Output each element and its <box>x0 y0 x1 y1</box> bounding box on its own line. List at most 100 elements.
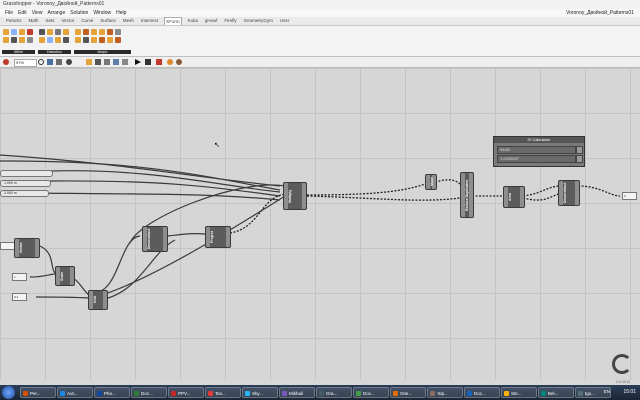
taskbar-item[interactable]: Tex... <box>205 387 241 398</box>
taskbar-item[interactable]: Doc... <box>353 387 389 398</box>
calculator-button[interactable] <box>576 155 583 163</box>
taskbar-item[interactable]: Эф... <box>427 387 463 398</box>
affine-tool-icon[interactable] <box>3 29 9 35</box>
tab-vector[interactable]: Vector <box>61 17 76 25</box>
morph-tool-icon[interactable] <box>115 37 121 43</box>
morph-tool-icon[interactable] <box>75 29 81 35</box>
panel-node[interactable]: 4 <box>622 192 637 200</box>
menu-edit[interactable]: Edit <box>18 9 27 17</box>
number-slider[interactable] <box>0 170 53 177</box>
start-button-icon[interactable] <box>2 386 15 399</box>
zoom-field[interactable]: 97% <box>14 59 37 67</box>
save-icon[interactable] <box>95 59 101 65</box>
menu-file[interactable]: File <box>5 9 13 17</box>
morph-tool-icon[interactable] <box>115 29 121 35</box>
affine-tool-icon[interactable] <box>27 37 33 43</box>
tab-intersect[interactable]: Intersect <box>140 17 159 25</box>
morph-tool-icon[interactable] <box>91 37 97 43</box>
morph-tool-icon[interactable] <box>99 29 105 35</box>
component-node[interactable]: Scale <box>55 266 75 286</box>
snap-icon[interactable] <box>47 59 53 65</box>
calculator-expression[interactable]: 54/60 <box>497 146 576 154</box>
morph-tool-icon[interactable] <box>83 37 89 43</box>
solver-icon[interactable] <box>145 59 151 65</box>
tab-mesh[interactable]: Mesh <box>122 17 135 25</box>
menu-view[interactable]: View <box>32 9 43 17</box>
tab-kutia[interactable]: Kutia <box>187 17 199 25</box>
tab-sets[interactable]: Sets <box>45 17 56 25</box>
component-node[interactable]: Reduce Duplicates <box>460 172 474 218</box>
morph-tool-icon[interactable] <box>91 29 97 35</box>
calculator-window[interactable]: IV Calculator 54/60 1.0000007 <box>493 136 585 167</box>
taskbar-item[interactable]: Doc... <box>131 387 167 398</box>
play-icon[interactable] <box>135 59 141 65</box>
affine-tool-icon[interactable] <box>11 37 17 43</box>
taskbar-item[interactable]: Mikhail <box>279 387 315 398</box>
distortion-tool-icon[interactable] <box>55 37 61 43</box>
menu-help[interactable]: Help <box>116 9 126 17</box>
menu-arrange[interactable]: Arrange <box>47 9 65 17</box>
morph-tool-icon[interactable] <box>99 37 105 43</box>
panel-node[interactable] <box>0 242 15 250</box>
definition-canvas[interactable]: 1.000 m 2.000 m c 0.1 4 Vector Scale Uni… <box>0 68 640 380</box>
clock[interactable]: 15:01 <box>623 389 636 395</box>
distortion-tool-icon[interactable] <box>39 37 45 43</box>
morph-tool-icon[interactable] <box>75 37 81 43</box>
affine-tool-icon[interactable] <box>19 29 25 35</box>
number-slider[interactable]: 2.000 m <box>0 190 49 197</box>
taskbar-item[interactable]: Опе... <box>390 387 426 398</box>
tab-ghowl[interactable]: gHowl <box>204 17 219 25</box>
tab-math[interactable]: Math <box>28 17 40 25</box>
ball-icon[interactable] <box>176 59 182 65</box>
component-node[interactable]: Vector <box>14 238 40 258</box>
distortion-tool-icon[interactable] <box>63 29 69 35</box>
display-mode-icon[interactable] <box>113 59 119 65</box>
distortion-tool-icon[interactable] <box>47 29 53 35</box>
navigation-widget-icon[interactable] <box>612 354 632 374</box>
panel-node[interactable]: 0.1 <box>12 293 27 301</box>
taskbar-item[interactable]: Ste... <box>501 387 537 398</box>
bake-icon[interactable] <box>86 59 92 65</box>
affine-tool-icon[interactable] <box>3 37 9 43</box>
tab-surface[interactable]: Surface <box>99 17 117 25</box>
affine-tool-icon[interactable] <box>11 29 17 35</box>
morph-tool-icon[interactable] <box>83 29 89 35</box>
taskbar-item[interactable]: PPV... <box>168 387 204 398</box>
distortion-tool-icon[interactable] <box>55 29 61 35</box>
menu-window[interactable]: Window <box>93 9 111 17</box>
mesh-display-icon[interactable] <box>122 59 128 65</box>
taskbar-item[interactable]: Doc... <box>464 387 500 398</box>
taskbar-item[interactable]: Aut... <box>57 387 93 398</box>
taskbar-item[interactable]: Pho... <box>94 387 130 398</box>
affine-tool-icon[interactable] <box>27 29 33 35</box>
tab-params[interactable]: Params <box>5 17 23 25</box>
menu-solution[interactable]: Solution <box>70 9 88 17</box>
distortion-tool-icon[interactable] <box>39 29 45 35</box>
calculator-button[interactable] <box>576 146 583 154</box>
language-indicator[interactable]: EN <box>604 389 610 394</box>
affine-tool-icon[interactable] <box>19 37 25 43</box>
morph-tool-icon[interactable] <box>107 37 113 43</box>
tab-xform[interactable]: XForm <box>164 17 182 25</box>
taskbar-item[interactable]: Bel... <box>538 387 574 398</box>
tab-firefly[interactable]: Firefly <box>223 17 237 25</box>
zoom-icon[interactable] <box>38 59 44 65</box>
component-node[interactable]: Unit <box>88 290 108 310</box>
component-node[interactable]: Move <box>425 174 437 190</box>
record-icon[interactable] <box>156 59 162 65</box>
tab-user[interactable]: User <box>279 17 291 25</box>
tab-curve[interactable]: Curve <box>80 17 94 25</box>
distortion-tool-icon[interactable] <box>47 37 53 43</box>
wire-display-icon[interactable] <box>104 59 110 65</box>
taskbar-item[interactable]: Per... <box>20 387 56 398</box>
panel-node[interactable]: c <box>12 273 27 281</box>
component-node[interactable]: Area <box>503 186 525 208</box>
morph-tool-icon[interactable] <box>107 29 113 35</box>
distortion-tool-icon[interactable] <box>63 37 69 43</box>
taskbar-item[interactable]: Sky... <box>242 387 278 398</box>
select-icon[interactable] <box>56 59 62 65</box>
component-node[interactable]: Deconstruct <box>558 180 580 206</box>
sketch-icon[interactable] <box>167 59 173 65</box>
pen-icon[interactable] <box>3 59 9 65</box>
tab-geometrygym[interactable]: GeometryGym <box>243 17 274 25</box>
